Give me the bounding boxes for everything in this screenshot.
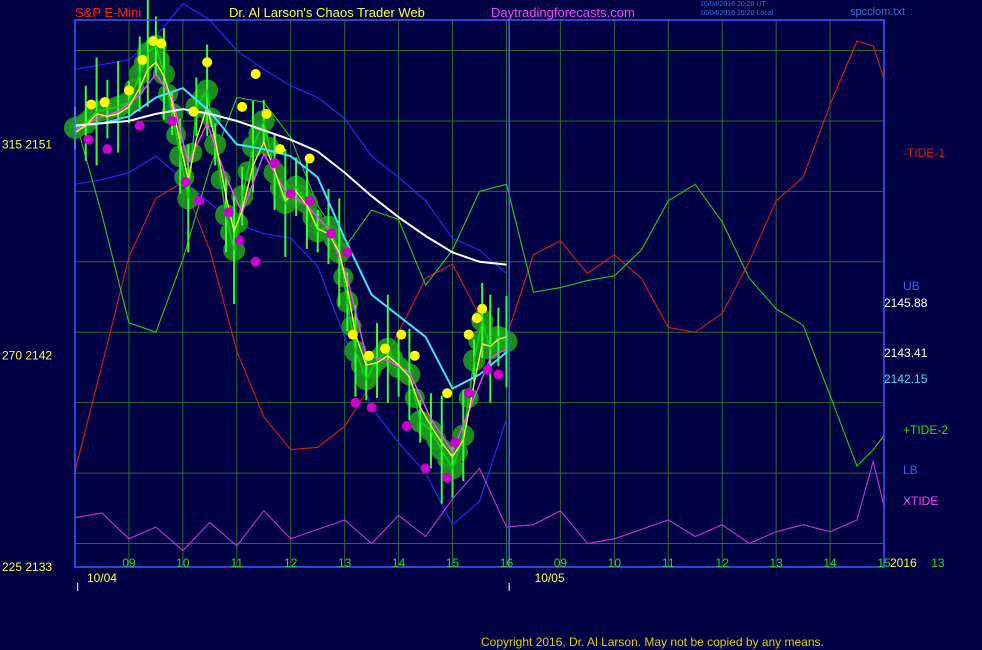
swing-high-dot [274,144,285,155]
swing-high-dot [380,343,391,354]
swing-low-dot [450,437,461,448]
x-tick-label: 16 [500,556,514,570]
swing-high-dot [363,350,374,361]
x-date-label: 10/04 [87,571,117,585]
swing-high-dot [202,57,213,68]
swing-low-dot [350,397,361,408]
right-label-2145-88: 2145.88 [884,296,928,310]
swing-high-dot [463,329,474,340]
x-tick-label: 15 [877,556,891,570]
swing-low-dot [167,115,178,126]
swing-low-dot [420,463,431,474]
swing-high-dot [123,85,134,96]
site-link[interactable]: Daytradingforecasts.com [491,5,635,20]
x-end-label: 2016 [890,556,917,570]
swing-high-dot [396,329,407,340]
x-date-label: 10/05 [535,571,565,585]
swing-low-dot [342,247,353,258]
swing-low-dot [285,188,296,199]
swing-low-dot [102,144,113,155]
swing-low-dot [326,228,337,239]
x-tick-label: 09 [122,556,136,570]
swing-high-dot [250,68,261,79]
swing-high-dot [477,303,488,314]
x-tick-label: 09 [554,556,568,570]
right-label-tide-1: -TIDE-1 [903,146,945,160]
x-tick-label: 13 [769,556,783,570]
swing-low-dot [194,195,205,206]
swing-high-dot [137,54,148,65]
right-label-tide-2: +TIDE-2 [903,423,948,437]
x-tick-label: 11 [662,556,675,570]
swing-low-dot [223,207,234,218]
swing-high-dot [471,313,482,324]
swing-low-dot [234,235,245,246]
data-file-name: spcclom.txt [850,6,906,18]
swing-low-dot [83,134,94,145]
swing-high-dot [304,153,315,164]
x-tick-label: 12 [716,556,730,570]
right-label-lb: LB [903,463,918,477]
swing-low-dot [463,388,474,399]
timestamp-ut: 10/04/2016 20:20 UT [700,1,766,8]
swing-low-dot [493,369,504,380]
swing-low-dot [482,364,493,375]
swing-low-dot [134,120,145,131]
swing-low-dot [401,421,412,432]
swing-high-dot [156,38,167,49]
x-tick-label: 12 [284,556,298,570]
swing-high-dot [261,108,272,119]
right-label-2143-41: 2143.41 [884,346,928,360]
x-tick-label: 10 [608,556,622,570]
swing-high-dot [347,329,358,340]
swing-high-dot [99,97,110,108]
swing-low-dot [250,256,261,267]
chart-canvas: 225 2133 270 2142 315 2151 09 10 11 12 13 14 15 16… [0,0,982,650]
x-tick-label: 11 [231,556,244,570]
swing-low-dot [269,158,280,169]
swing-high-dot [442,388,453,399]
x-tick-label: 13 [931,556,945,570]
swing-high-dot [188,106,199,117]
x-tick-label: 14 [392,556,406,570]
symbol-title: S&P E-Mini [75,5,142,20]
copyright-notice: Copyright 2016, Dr. Al Larson. May not b… [481,635,824,649]
right-label-xtide: XTIDE [903,494,938,508]
swing-high-dot [409,350,420,361]
site-author: Dr. Al Larson's Chaos Trader Web [229,5,425,20]
swing-high-dot [86,99,97,110]
y-tick-label: 225 2133 [2,560,52,574]
x-tick-label: 13 [338,556,352,570]
swing-low-dot [442,472,453,483]
right-label-2142-15: 2142.15 [884,372,928,386]
x-tick-label: 14 [823,556,837,570]
y-tick-label: 270 2142 [2,349,52,363]
swing-high-dot [237,101,248,112]
y-tick-label: 315 2151 [2,137,52,151]
right-label-ub: UB [903,279,920,293]
swing-low-dot [304,195,315,206]
swing-low-dot [366,402,377,413]
x-tick-label: 15 [446,556,460,570]
x-tick-label: 10 [176,556,190,570]
timestamp-local: 10/04/2016 15:20 Local [700,10,774,17]
swing-low-dot [180,176,191,187]
